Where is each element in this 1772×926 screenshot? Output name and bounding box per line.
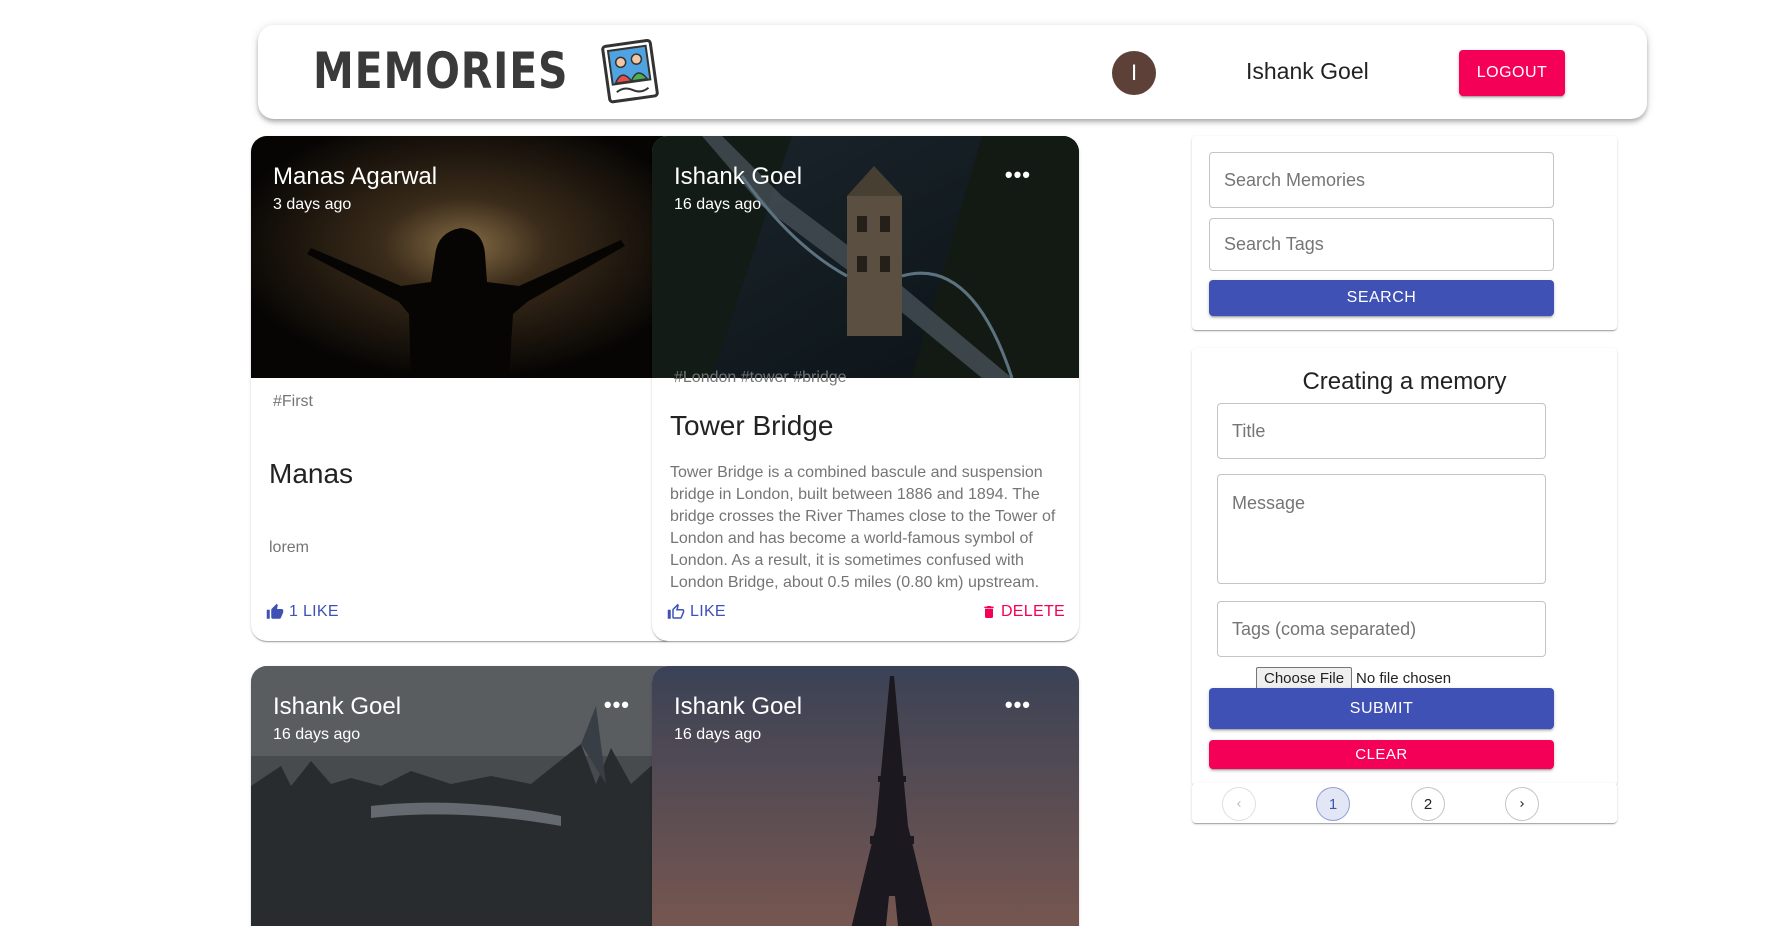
- like-button[interactable]: LIKE: [666, 603, 726, 621]
- like-button[interactable]: 1 LIKE: [265, 603, 339, 621]
- app-bar: MEMORIES I Ishank Goel LOGOUT: [258, 25, 1647, 119]
- choose-file-button[interactable]: Choose File: [1256, 667, 1353, 690]
- post-time: 3 days ago: [273, 196, 352, 213]
- post-author: Ishank Goel: [273, 693, 402, 720]
- post-card: Manas Agarwal 3 days ago #First Manas lo…: [251, 136, 678, 641]
- more-options-icon[interactable]: •••: [1005, 162, 1031, 188]
- delete-label: DELETE: [1000, 603, 1065, 620]
- title-field[interactable]: [1217, 403, 1546, 459]
- post-image: Ishank Goel 16 days ago •••: [251, 666, 678, 926]
- chevron-right-icon: [1520, 801, 1524, 807]
- post-author: Ishank Goel: [674, 693, 803, 720]
- more-options-icon[interactable]: •••: [1005, 692, 1031, 718]
- file-input: Choose File No file chosen: [1256, 667, 1451, 690]
- post-image: Manas Agarwal 3 days ago: [251, 136, 678, 378]
- pagination: 1 2: [1192, 783, 1617, 823]
- brand[interactable]: MEMORIES: [313, 38, 662, 104]
- create-memory-form: Creating a memory Choose File No file ch…: [1192, 348, 1617, 786]
- thumb-up-filled-icon: [266, 603, 284, 619]
- post-card: Ishank Goel 16 days ago •••: [652, 666, 1079, 926]
- post-message: Tower Bridge is a combined bascule and s…: [670, 464, 1056, 591]
- post-tags: #First: [273, 393, 313, 410]
- post-time: 16 days ago: [273, 726, 361, 743]
- card-actions: 1 LIKE: [265, 599, 664, 625]
- brand-title: MEMORIES: [313, 42, 569, 100]
- post-card: Ishank Goel 16 days ago •••: [251, 666, 678, 926]
- memories-app: MEMORIES I Ishank Goel LOGOUT Manas Agar…: [0, 0, 1772, 926]
- trash-icon: [984, 606, 994, 618]
- search-panel: SEARCH: [1192, 136, 1617, 330]
- chevron-left-icon: [1237, 801, 1241, 807]
- more-options-icon[interactable]: •••: [604, 692, 630, 718]
- file-status: No file chosen: [1356, 670, 1452, 687]
- page-button-2[interactable]: 2: [1411, 787, 1445, 821]
- search-button[interactable]: SEARCH: [1209, 280, 1554, 316]
- post-image: Ishank Goel 16 days ago •••: [652, 666, 1079, 926]
- post-author: Manas Agarwal: [273, 163, 438, 190]
- search-tags-input[interactable]: [1209, 218, 1554, 271]
- photo-memories-icon: [601, 38, 660, 104]
- post-message: lorem: [269, 539, 310, 556]
- delete-button[interactable]: DELETE: [981, 603, 1065, 621]
- next-page-button[interactable]: [1505, 787, 1539, 821]
- prev-page-button[interactable]: [1222, 787, 1256, 821]
- post-time: 16 days ago: [674, 726, 762, 743]
- post-card: Ishank Goel 16 days ago ••• #London #tow…: [652, 136, 1079, 641]
- page-button-1[interactable]: 1: [1316, 787, 1350, 821]
- thumb-up-outline-icon: [667, 603, 685, 619]
- post-image: Ishank Goel 16 days ago •••: [652, 136, 1079, 378]
- form-heading: Creating a memory: [1302, 368, 1507, 395]
- avatar[interactable]: I: [1112, 51, 1156, 95]
- post-time: 16 days ago: [674, 196, 762, 213]
- clear-button[interactable]: CLEAR: [1209, 740, 1554, 769]
- tags-field[interactable]: [1217, 601, 1546, 657]
- logout-button[interactable]: LOGOUT: [1459, 50, 1565, 96]
- post-tags: #London #tower #bridge: [674, 369, 847, 386]
- search-memories-input[interactable]: [1209, 152, 1554, 208]
- post-title: Tower Bridge: [670, 410, 834, 441]
- username: Ishank Goel: [1246, 58, 1369, 84]
- post-author: Ishank Goel: [674, 163, 803, 190]
- like-label: 1 LIKE: [289, 603, 339, 620]
- message-field[interactable]: [1217, 474, 1546, 584]
- card-actions: LIKE DELETE: [666, 599, 1065, 625]
- post-title: Manas: [269, 458, 354, 489]
- submit-button[interactable]: SUBMIT: [1209, 688, 1554, 729]
- like-label: LIKE: [690, 603, 726, 620]
